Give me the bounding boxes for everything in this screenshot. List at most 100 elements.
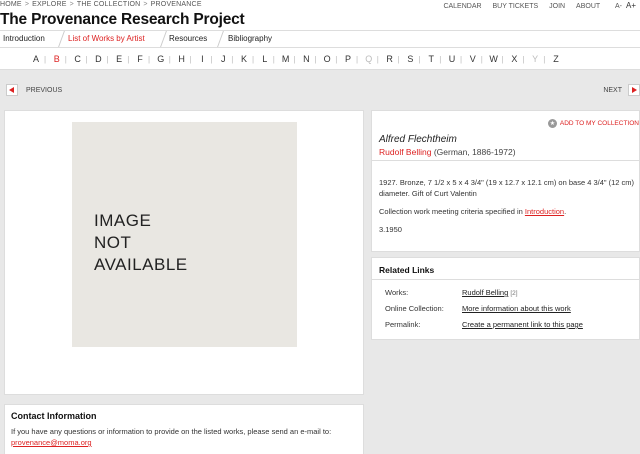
buy-tickets-link[interactable]: BUY TICKETS [493,3,539,10]
alphabet-letter-p[interactable]: P [343,54,353,64]
alphabet-letter-z[interactable]: Z [551,54,561,64]
alphabet-separator: | [44,55,47,64]
alphabet-letter-b[interactable]: B [52,54,62,64]
alphabet-letter-j[interactable]: J [218,54,228,64]
alphabet-letter-t[interactable]: T [426,54,436,64]
breadcrumb-home[interactable]: HOME [0,1,22,8]
tab-divider [217,31,224,47]
calendar-link[interactable]: CALENDAR [443,3,481,10]
about-link[interactable]: ABOUT [576,3,600,10]
alphabet-letter-y: Y [532,54,539,64]
alphabet-letter-s[interactable]: S [405,54,415,64]
alphabet-letter-i[interactable]: I [197,54,207,64]
alphabet-letter-f[interactable]: F [135,54,145,64]
alphabet-letter-k[interactable]: K [239,54,249,64]
contact-text: If you have any questions or information… [11,426,357,448]
alphabet-letter-l[interactable]: L [260,54,270,64]
alphabet-separator: | [252,55,255,64]
artwork-image-panel: IMAGE NOT AVAILABLE [4,110,364,395]
alphabet-letter-m[interactable]: M [281,54,291,64]
contact-panel: Contact Information If you have any ques… [4,404,364,454]
related-links-heading: Related Links [379,265,435,275]
site-header: The Provenance Research Project [0,11,640,30]
alphabet-separator: | [376,55,379,64]
alphabet-separator: | [335,55,338,64]
image-placeholder: IMAGE NOT AVAILABLE [72,122,297,347]
alphabet-separator: | [418,55,421,64]
alphabet-letter-r[interactable]: R [385,54,395,64]
alphabet-separator: | [501,55,504,64]
previous-label: PREVIOUS [26,86,63,94]
alphabet-letter-g[interactable]: G [156,54,166,64]
font-smaller-button[interactable]: A- [615,3,622,10]
star-icon: ★ [547,119,557,128]
site-title[interactable]: The Provenance Research Project [0,11,245,29]
breadcrumb: HOME > EXPLORE > THE COLLECTION > PROVENANCE [0,1,202,8]
tab-list-of-works[interactable]: List of Works by Artist [68,34,145,43]
breadcrumb-explore[interactable]: EXPLORE [32,1,66,8]
online-collection-link[interactable]: More information about this work [462,304,571,313]
alphabet-letter-v[interactable]: V [468,54,478,64]
permalink-link[interactable]: Create a permanent link to this page [462,320,583,329]
tab-divider [160,31,167,47]
alphabet-separator: | [127,55,130,64]
alphabet-letter-c[interactable]: C [73,54,83,64]
related-value-online: More information about this work [462,304,571,313]
criteria-line: Collection work meeting criteria specifi… [379,207,566,216]
tab-bibliography[interactable]: Bibliography [228,34,272,43]
alphabet-letter-h[interactable]: H [177,54,187,64]
alphabet-letter-o[interactable]: O [322,54,332,64]
alphabet-separator: | [168,55,171,64]
alphabet-letter-n[interactable]: N [301,54,311,64]
related-links-panel: Related Links Works: Rudolf Belling [2] … [371,257,640,340]
criteria-text: Collection work meeting criteria specifi… [379,207,525,216]
alphabet-letter-e[interactable]: E [114,54,124,64]
artist-info: (German, 1886-1972) [431,147,516,157]
image-not-available-text: IMAGE NOT AVAILABLE [94,211,188,274]
font-size-controls: A- A+ [611,1,636,10]
related-value-works: Rudolf Belling [2] [462,288,518,297]
breadcrumb-separator: > [143,1,148,8]
contact-email-link[interactable]: provenance@moma.org [11,438,92,447]
related-label-permalink: Permalink: [385,320,421,329]
contact-body: If you have any questions or information… [11,427,332,436]
alphabet-separator: | [480,55,483,64]
tab-introduction[interactable]: Introduction [3,34,45,43]
works-link[interactable]: Rudolf Belling [462,288,508,297]
alphabet-separator: | [356,55,359,64]
alphabet-letter-x[interactable]: X [509,54,519,64]
alphabet-separator: | [460,55,463,64]
alphabet-nav: A | B | C | D | E | F | G | H | I | J | K | L | M | N | O | P | Q | R | S | T |… [0,48,640,70]
alphabet-letter-u[interactable]: U [447,54,457,64]
join-link[interactable]: JOIN [549,3,565,10]
alphabet-separator: | [231,55,234,64]
alphabet-separator: | [64,55,67,64]
criteria-period: . [564,207,567,216]
tab-resources[interactable]: Resources [169,34,207,43]
breadcrumb-separator: > [24,1,30,8]
breadcrumb-provenance[interactable]: PROVENANCE [151,1,202,8]
previous-button[interactable]: PREVIOUS [6,84,62,96]
alphabet-separator: | [210,55,213,64]
artwork-info-panel: ★ ADD TO MY COLLECTION Alfred Flechtheim… [371,110,640,252]
tab-bar: Introduction List of Works by Artist Res… [0,30,640,48]
left-arrow-icon [6,84,18,96]
alphabet-letter-w[interactable]: W [489,54,499,64]
font-larger-button[interactable]: A+ [626,1,636,10]
top-bar: HOME > EXPLORE > THE COLLECTION > PROVENANCE C… [0,0,640,11]
next-button[interactable]: NEXT [603,84,640,96]
accession-number: 3.1950 [379,225,402,234]
alphabet-separator: | [272,55,275,64]
alphabet-separator: | [543,55,546,64]
work-details: 1927. Bronze, 7 1/2 x 5 x 4 3/4" (19 x 1… [379,178,635,198]
alphabet-letter-d[interactable]: D [93,54,103,64]
tab-divider [58,31,65,47]
alphabet-letter-a[interactable]: A [31,54,41,64]
add-to-collection-button[interactable]: ★ ADD TO MY COLLECTION [547,119,639,128]
alphabet-separator: | [148,55,151,64]
alphabet-separator: | [314,55,317,64]
introduction-link[interactable]: Introduction [525,207,564,216]
alphabet-separator: | [293,55,296,64]
breadcrumb-collection[interactable]: THE COLLECTION [77,1,140,8]
artist-link[interactable]: Rudolf Belling [379,147,431,157]
